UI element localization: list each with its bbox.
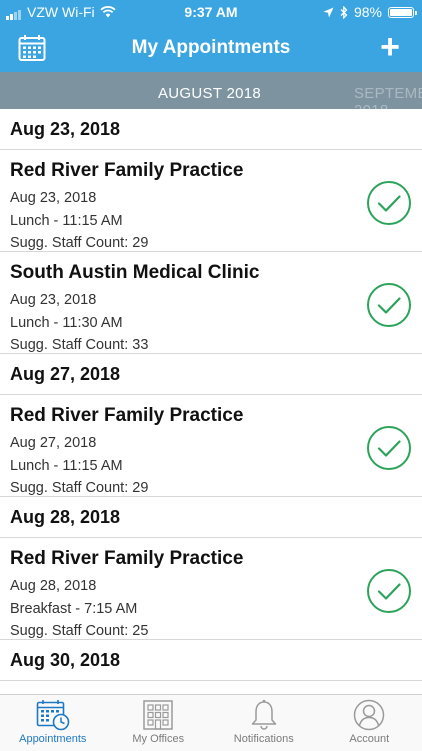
confirmed-check-icon bbox=[366, 425, 412, 471]
appointment-meal: Lunch - 11:15 AM bbox=[10, 455, 412, 478]
bell-icon bbox=[248, 699, 280, 731]
date-header: Aug 23, 2018 bbox=[0, 109, 422, 150]
bluetooth-icon bbox=[340, 6, 348, 19]
person-icon bbox=[353, 699, 385, 731]
add-appointment-button[interactable]: + bbox=[380, 32, 400, 62]
confirmed-check-icon bbox=[366, 180, 412, 226]
appointment-meal: Lunch - 11:30 AM bbox=[10, 312, 412, 335]
appointment-meal: Lunch - 11:15 AM bbox=[10, 210, 412, 233]
tab-label: Notifications bbox=[234, 733, 294, 745]
battery-percent: 98% bbox=[354, 4, 382, 20]
tab-my-offices[interactable]: My Offices bbox=[106, 695, 212, 751]
appointment-card[interactable]: Red River Family Practice Aug 23, 2018 L… bbox=[0, 150, 422, 252]
date-header: Aug 27, 2018 bbox=[0, 354, 422, 395]
staff-count: Sugg. Staff Count: 33 bbox=[10, 334, 412, 357]
tab-account[interactable]: Account bbox=[317, 695, 422, 751]
office-name: Red River Family Practice bbox=[10, 160, 412, 182]
appointment-date: Aug 27, 2018 bbox=[10, 432, 412, 455]
tab-label: Account bbox=[349, 733, 389, 745]
date-header: Aug 28, 2018 bbox=[0, 497, 422, 538]
appointment-card[interactable]: South Austin Medical Clinic Aug 23, 2018… bbox=[0, 252, 422, 354]
appointment-card[interactable]: Red River Family Practice Aug 27, 2018 L… bbox=[0, 395, 422, 497]
office-name: Red River Family Practice bbox=[10, 405, 412, 427]
date-header: Aug 30, 2018 bbox=[0, 640, 422, 681]
page-title: My Appointments bbox=[0, 37, 422, 59]
month-next[interactable]: SEPTEMBER 2018 bbox=[354, 85, 422, 109]
tab-bar: Appointments My Offices Notifications Ac… bbox=[0, 694, 422, 751]
status-bar: VZW Wi-Fi 9:37 AM 98% bbox=[0, 0, 422, 24]
office-name: South Austin Medical Clinic bbox=[10, 262, 412, 284]
appointment-card[interactable]: Red River Family Practice Aug 28, 2018 B… bbox=[0, 538, 422, 640]
tab-label: Appointments bbox=[19, 733, 86, 745]
appointment-meal: Breakfast - 7:15 AM bbox=[10, 598, 412, 621]
staff-count: Sugg. Staff Count: 25 bbox=[10, 620, 412, 643]
nav-bar: My Appointments + bbox=[0, 24, 422, 72]
tab-appointments[interactable]: Appointments bbox=[0, 695, 106, 751]
battery-icon bbox=[388, 7, 414, 18]
confirmed-check-icon bbox=[366, 282, 412, 328]
calendar-clock-icon bbox=[36, 699, 70, 731]
appointment-date: Aug 23, 2018 bbox=[10, 289, 412, 312]
month-current[interactable]: AUGUST 2018 bbox=[158, 85, 261, 102]
building-icon bbox=[142, 699, 174, 731]
office-name: Red River Family Practice bbox=[10, 548, 412, 570]
status-right: 98% bbox=[323, 4, 414, 20]
location-arrow-icon bbox=[323, 7, 334, 18]
appointment-date: Aug 28, 2018 bbox=[10, 575, 412, 598]
appointment-date: Aug 23, 2018 bbox=[10, 187, 412, 210]
appointment-list[interactable]: Aug 23, 2018 Red River Family Practice A… bbox=[0, 109, 422, 694]
tab-label: My Offices bbox=[132, 733, 184, 745]
staff-count: Sugg. Staff Count: 29 bbox=[10, 477, 412, 500]
month-selector[interactable]: AUGUST 2018 SEPTEMBER 2018 bbox=[0, 72, 422, 109]
tab-notifications[interactable]: Notifications bbox=[211, 695, 317, 751]
confirmed-check-icon bbox=[366, 568, 412, 614]
